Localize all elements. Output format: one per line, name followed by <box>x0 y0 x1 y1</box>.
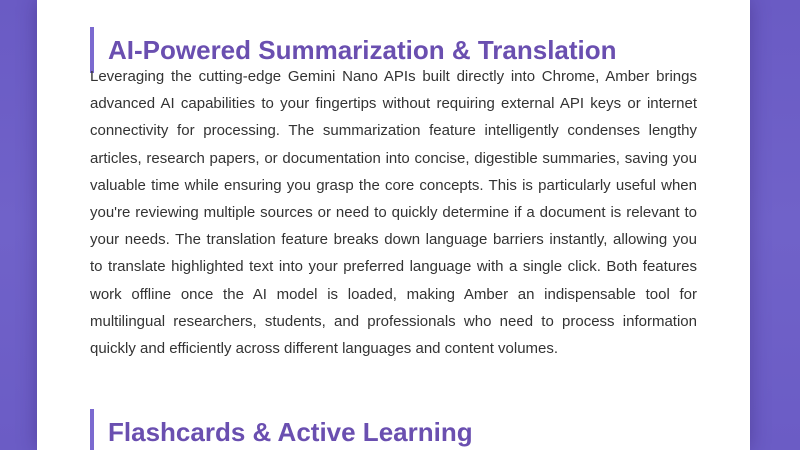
section-heading-flashcards: Flashcards & Active Learning <box>90 408 473 450</box>
section-body-summarization-translation: Leveraging the cutting-edge Gemini Nano … <box>90 68 697 358</box>
content-card: AI-Powered Summarization & Translation L… <box>37 0 750 450</box>
